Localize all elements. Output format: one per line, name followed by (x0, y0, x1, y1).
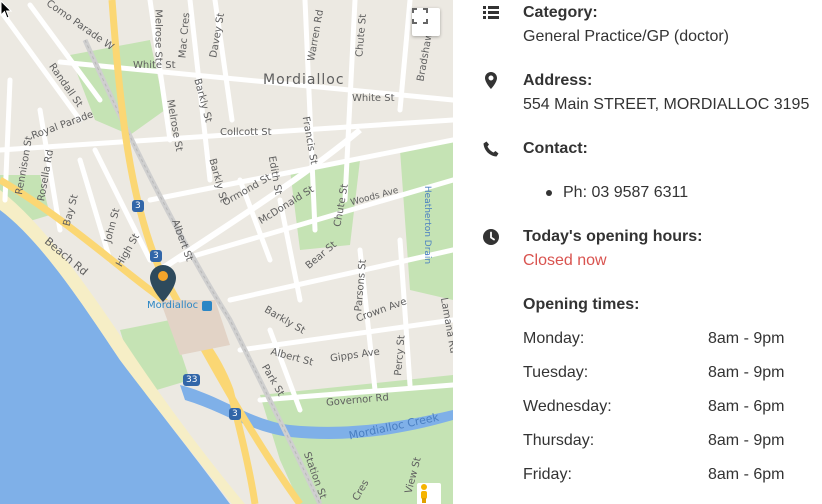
suburb-label: Mordialloc (263, 72, 345, 88)
train-station-icon (202, 301, 212, 311)
day-hours: 8am - 6pm (708, 466, 785, 483)
map-marker-icon (482, 71, 500, 89)
street-label-melrose-st: Melrose St (152, 9, 164, 62)
fullscreen-icon (412, 8, 428, 24)
category-label: Category: (523, 4, 598, 21)
list-icon (482, 4, 500, 22)
day-name: Friday: (523, 466, 572, 483)
day-name: Tuesday: (523, 364, 589, 381)
phone-icon (482, 140, 500, 158)
drain-label: Heatherton Drain (422, 185, 433, 265)
day-hours: 8am - 9pm (708, 330, 785, 347)
address-label: Address: (523, 72, 593, 89)
day-name: Monday: (523, 330, 585, 347)
open-status: Closed now (523, 252, 607, 269)
today-hours-label: Today's opening hours: (523, 228, 703, 245)
route-badge: 3 (132, 200, 144, 212)
day-hours: 8am - 9pm (708, 432, 785, 449)
pegman-icon (421, 484, 427, 503)
fullscreen-button[interactable] (412, 8, 440, 36)
map-panel[interactable]: Mordialloc White St White St Collcott St… (0, 0, 453, 504)
list-bullet (546, 190, 552, 196)
info-panel: Category: General Practice/GP (doctor) A… (453, 0, 822, 504)
category-value: General Practice/GP (doctor) (523, 28, 730, 45)
address-value: 554 Main STREET, MORDIALLOC 3195 (523, 96, 810, 113)
street-label-white-st: White St (352, 93, 395, 104)
day-hours: 8am - 9pm (708, 364, 785, 381)
mouse-cursor-icon (0, 0, 13, 19)
phone-number[interactable]: Ph: 03 9587 6311 (563, 184, 688, 202)
contact-label: Contact: (523, 140, 588, 157)
route-badge: 33 (183, 374, 201, 386)
street-view-pegman-button[interactable] (417, 483, 441, 504)
day-hours: 8am - 6pm (708, 398, 785, 415)
day-name: Wednesday: (523, 398, 612, 415)
route-badge: 3 (150, 250, 162, 262)
clock-icon (482, 228, 500, 246)
street-label-collcott-st: Collcott St (220, 127, 272, 138)
location-pin-icon[interactable] (149, 264, 177, 304)
opening-times-label: Opening times: (523, 296, 640, 313)
route-badge: 3 (229, 408, 241, 420)
day-name: Thursday: (523, 432, 595, 449)
